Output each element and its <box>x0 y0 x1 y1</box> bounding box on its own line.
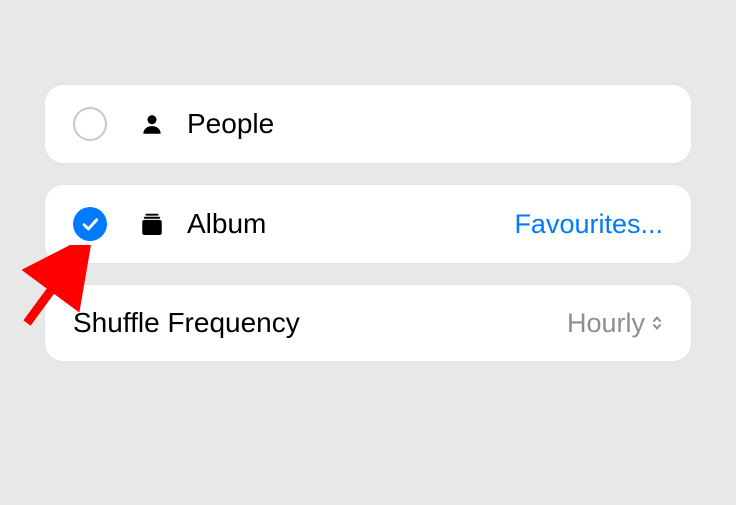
option-people-label: People <box>187 108 663 140</box>
album-value-link[interactable]: Favourites... <box>514 209 663 240</box>
shuffle-frequency-text: Hourly <box>567 308 645 339</box>
radio-checked-icon[interactable] <box>73 207 107 241</box>
shuffle-frequency-row[interactable]: Shuffle Frequency Hourly <box>45 285 691 361</box>
album-icon <box>135 211 169 237</box>
option-album-row[interactable]: Album Favourites... <box>45 185 691 263</box>
radio-unchecked-icon[interactable] <box>73 107 107 141</box>
shuffle-frequency-value[interactable]: Hourly <box>567 308 663 339</box>
option-people-row[interactable]: People <box>45 85 691 163</box>
chevron-up-down-icon <box>651 314 663 332</box>
option-album-label: Album <box>187 208 514 240</box>
shuffle-frequency-label: Shuffle Frequency <box>73 307 567 339</box>
person-icon <box>135 111 169 137</box>
